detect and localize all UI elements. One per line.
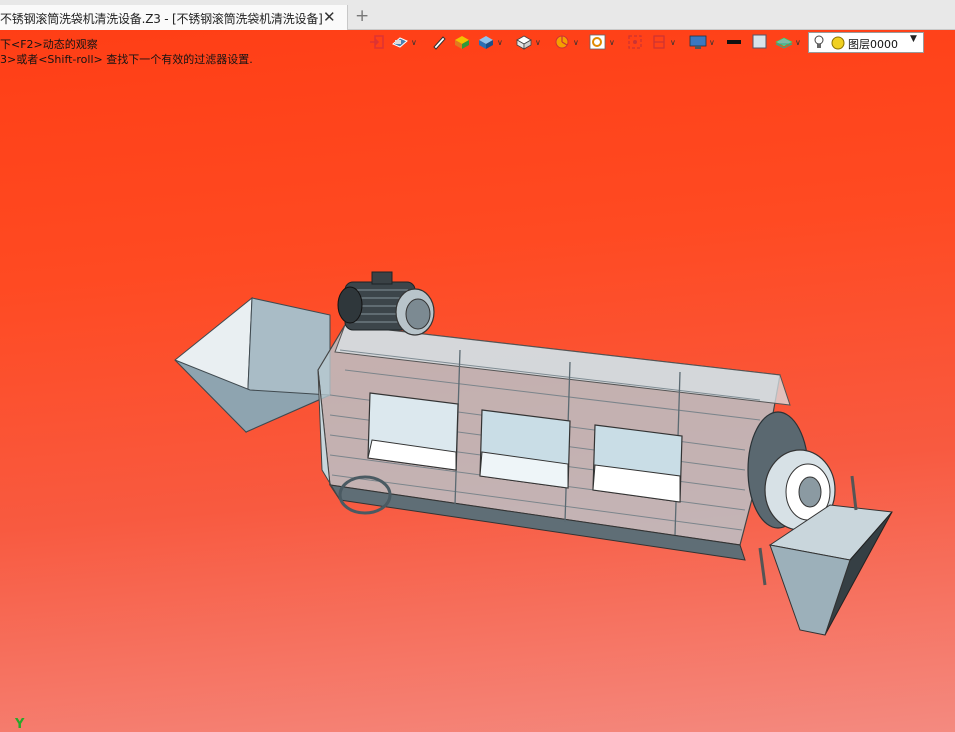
- render-mode-button[interactable]: ∨: [391, 33, 421, 53]
- line-style-icon: [727, 40, 741, 44]
- line-style-button[interactable]: [725, 33, 743, 53]
- inlet-hopper: [174, 296, 331, 434]
- layer-color-icon: [831, 36, 845, 50]
- clip-plane-button[interactable]: ∨: [651, 33, 681, 53]
- cube-color-icon: [455, 36, 469, 49]
- layer-select[interactable]: 图层0000 ▼: [808, 32, 924, 53]
- shade-color-button[interactable]: [453, 33, 471, 53]
- wireframe-button[interactable]: ∨: [515, 33, 545, 53]
- model-viewport[interactable]: [0, 0, 955, 732]
- layer-stack-icon: [775, 37, 793, 49]
- display-icon: [689, 35, 707, 49]
- cube-blue-icon: [479, 36, 493, 49]
- drive-motor: [337, 271, 435, 336]
- fill-icon: [752, 34, 767, 49]
- fill-color-button[interactable]: [751, 33, 769, 53]
- layer-status-icons: [814, 35, 845, 50]
- render-icon: [392, 37, 408, 48]
- fit-icon: [628, 35, 642, 49]
- section-view-button[interactable]: ∨: [553, 33, 583, 53]
- pen-button[interactable]: [431, 33, 447, 53]
- cube-white-icon: [516, 35, 532, 50]
- layer-manager-button[interactable]: ∨: [775, 33, 805, 53]
- zoom-icon: [589, 34, 606, 50]
- display-button[interactable]: ∨: [689, 33, 719, 53]
- fit-view-button[interactable]: [627, 33, 643, 53]
- shade-mode-button[interactable]: ∨: [477, 33, 507, 53]
- pie-icon: [555, 35, 569, 49]
- exit-icon: [370, 35, 384, 49]
- chevron-down-icon: ▼: [910, 34, 917, 44]
- zoom-button[interactable]: ∨: [589, 33, 619, 53]
- bulb-icon: [814, 35, 824, 48]
- axis-y-label: Y: [15, 717, 25, 732]
- layer-name: 图层0000: [848, 38, 898, 51]
- exit-button[interactable]: [369, 33, 385, 53]
- pen-icon: [433, 36, 446, 50]
- section-icon: [653, 35, 665, 49]
